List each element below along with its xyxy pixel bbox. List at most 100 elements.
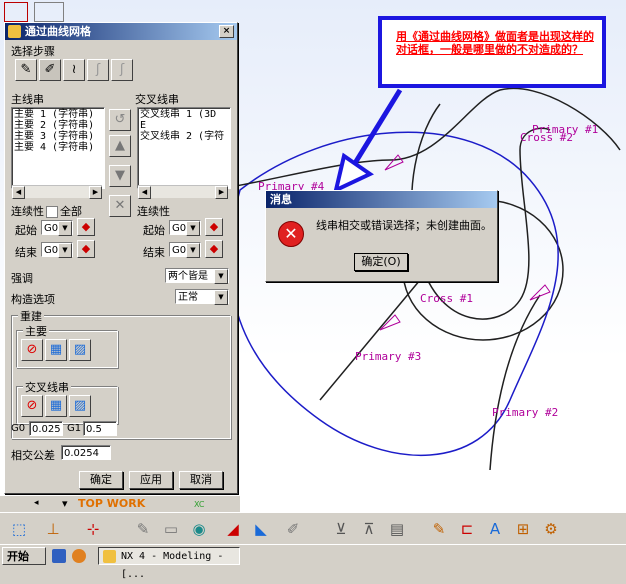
message-dialog[interactable]: 消息 ✕ 线串相交或错误选择；未创建曲面。 确定(O)	[265, 190, 498, 282]
chevron-down-icon[interactable]: ▼	[58, 243, 72, 258]
chevron-down-icon[interactable]: ▼	[186, 221, 200, 236]
close-button[interactable]: ×	[219, 25, 234, 38]
spine-step-icon[interactable]: ≀	[63, 59, 85, 81]
cross-start-select[interactable]: G0 ▼	[169, 220, 201, 236]
analysis-icon[interactable]: ⊼	[358, 518, 380, 540]
message-ok-button[interactable]: 确定(O)	[354, 253, 408, 271]
primary-start-select[interactable]: G0 ▼	[41, 220, 73, 236]
start-button[interactable]: 开始	[2, 547, 46, 565]
datum-icon[interactable]: ⊥	[42, 518, 64, 540]
message-titlebar[interactable]: 消息	[266, 191, 497, 208]
blend-icon[interactable]: ◢	[222, 518, 244, 540]
primary-end-face-icon[interactable]: ◆	[77, 240, 95, 258]
scroll-right-icon[interactable]: ▶	[89, 186, 102, 199]
cross-start-face-icon[interactable]: ◆	[205, 218, 223, 236]
all-label: 全部	[60, 205, 82, 218]
taskbar-item-nx[interactable]: NX 4 - Modeling - [...	[98, 547, 240, 580]
g0-tolerance-field[interactable]: 0.025	[29, 421, 63, 436]
move-down-icon[interactable]: ▼	[109, 165, 131, 187]
cross-end-face-icon[interactable]: ◆	[205, 240, 223, 258]
list-item[interactable]: 主要 2 (字符串)	[14, 120, 102, 131]
start-label: 开始	[7, 550, 29, 563]
extrude-icon[interactable]: ▭	[160, 518, 182, 540]
dialog-titlebar[interactable]: 通过曲线网格 ×	[5, 23, 237, 40]
emphasis-select[interactable]: 两个皆是 ▼	[165, 268, 229, 284]
list-item[interactable]: 交叉线串 2 (字符	[140, 131, 228, 142]
point-icon[interactable]: ⊹	[82, 518, 104, 540]
label-primary-3: Primary #3	[355, 350, 421, 363]
scroll-left-icon[interactable]: ◀	[138, 186, 151, 199]
no-rebuild-icon[interactable]: ⊘	[21, 339, 43, 361]
chevron-down-icon[interactable]: ▼	[186, 243, 200, 258]
chamfer-icon[interactable]: ◣	[250, 518, 272, 540]
rebuild-degree-icon[interactable]: ▦	[45, 395, 67, 417]
remove-icon[interactable]: ↺	[109, 109, 131, 131]
viewport-corner-box	[34, 2, 64, 22]
viewport-status-row: ◂ ▾ TOP WORK XC	[0, 496, 240, 512]
primary-list-scrollbar[interactable]: ◀ ▶	[12, 185, 102, 199]
cross-string-list[interactable]: 交叉线串 1 (3D E 交叉线串 2 (字符	[137, 107, 231, 189]
error-icon: ✕	[278, 221, 304, 247]
orientation-step-icon[interactable]: ʃ	[111, 59, 133, 81]
browser-icon[interactable]	[72, 549, 86, 563]
measure-icon[interactable]: ⊻	[330, 518, 352, 540]
section-icon[interactable]: ▤	[386, 518, 408, 540]
through-curve-mesh-dialog[interactable]: 通过曲线网格 × 选择步骤 ✎ ✐ ≀ ʃ ʃ 主线串 交叉线串 主要 1 (字…	[4, 22, 238, 494]
list-item[interactable]: 主要 3 (字符串)	[14, 131, 102, 142]
primary-curves-step-icon[interactable]: ✎	[15, 59, 37, 81]
delete-icon[interactable]: ✕	[109, 195, 131, 217]
ok-button[interactable]: 确定	[79, 471, 123, 489]
select-value: G0	[44, 245, 59, 256]
rebuild-auto-icon[interactable]: ▨	[69, 339, 91, 361]
rebuild-degree-icon[interactable]: ▦	[45, 339, 67, 361]
chevron-down-icon[interactable]: ▼	[214, 290, 228, 305]
construct-select[interactable]: 正常 ▼	[175, 289, 229, 305]
list-item[interactable]: 主要 4 (字符串)	[14, 142, 102, 153]
cross-curves-step-icon[interactable]: ✐	[39, 59, 61, 81]
chevron-down-icon[interactable]: ▼	[58, 221, 72, 236]
all-checkbox[interactable]	[46, 206, 58, 218]
no-rebuild-icon[interactable]: ⊘	[21, 395, 43, 417]
intersection-tolerance-field[interactable]: 0.0254	[61, 445, 111, 460]
symbol-icon[interactable]: ⚙	[540, 518, 562, 540]
annotation-box: 用《通过曲线网格》做面者是出现这样的对话框，一般是哪里做的不对造成的？	[378, 16, 606, 88]
scroll-right-icon[interactable]: ▶	[215, 186, 228, 199]
rebuild-label: 重建	[18, 308, 44, 324]
table-icon[interactable]: ⊞	[512, 518, 534, 540]
scroll-left-icon[interactable]: ◀	[12, 186, 25, 199]
cancel-button[interactable]: 取消	[179, 471, 223, 489]
primary-start-label: 起始	[15, 224, 37, 237]
desktop-icon[interactable]	[52, 549, 66, 563]
apply-button[interactable]: 应用	[129, 471, 173, 489]
chevron-down-icon[interactable]: ▼	[214, 269, 228, 284]
list-item[interactable]: 交叉线串 1 (3D E	[140, 109, 228, 131]
drafting-icon[interactable]: ✎	[428, 518, 450, 540]
guide-step-icon[interactable]: ʃ	[87, 59, 109, 81]
g1-tolerance-field[interactable]: 0.5	[83, 421, 117, 436]
direction-marker	[379, 314, 401, 331]
list-item[interactable]: 主要 1 (字符串)	[14, 109, 102, 120]
chevron-down-icon[interactable]: ▾	[62, 497, 68, 510]
cross-list-scrollbar[interactable]: ◀ ▶	[138, 185, 228, 199]
cross-end-select[interactable]: G0 ▼	[169, 242, 201, 258]
primary-end-select[interactable]: G0 ▼	[41, 242, 73, 258]
text-icon[interactable]: A	[484, 518, 506, 540]
primary-2-line[interactable]	[489, 294, 541, 471]
intersection-tolerance-label: 相交公差	[11, 449, 55, 462]
model-icon[interactable]: ⬚	[8, 518, 30, 540]
revolve-icon[interactable]: ◉	[188, 518, 210, 540]
move-up-icon[interactable]: ▲	[109, 135, 131, 157]
rebuild-auto-icon[interactable]: ▨	[69, 395, 91, 417]
edit-icon[interactable]: ✐	[282, 518, 304, 540]
construct-options-label: 构造选项	[11, 293, 55, 306]
dimension-icon[interactable]: ⊏	[456, 518, 478, 540]
sketch-icon[interactable]: ✎	[132, 518, 154, 540]
rebuild-primary-group: 主要 ⊘ ▦ ▨	[16, 323, 118, 368]
primary-3-line[interactable]	[319, 279, 421, 401]
viewport-corner-box	[4, 2, 28, 22]
primary-start-face-icon[interactable]: ◆	[77, 218, 95, 236]
primary-string-list[interactable]: 主要 1 (字符串) 主要 2 (字符串) 主要 3 (字符串) 主要 4 (字…	[11, 107, 105, 189]
select-steps-label: 选择步骤	[11, 45, 55, 58]
scroll-left-icon[interactable]: ◂	[34, 498, 39, 508]
cross-start-label: 起始	[143, 224, 165, 237]
